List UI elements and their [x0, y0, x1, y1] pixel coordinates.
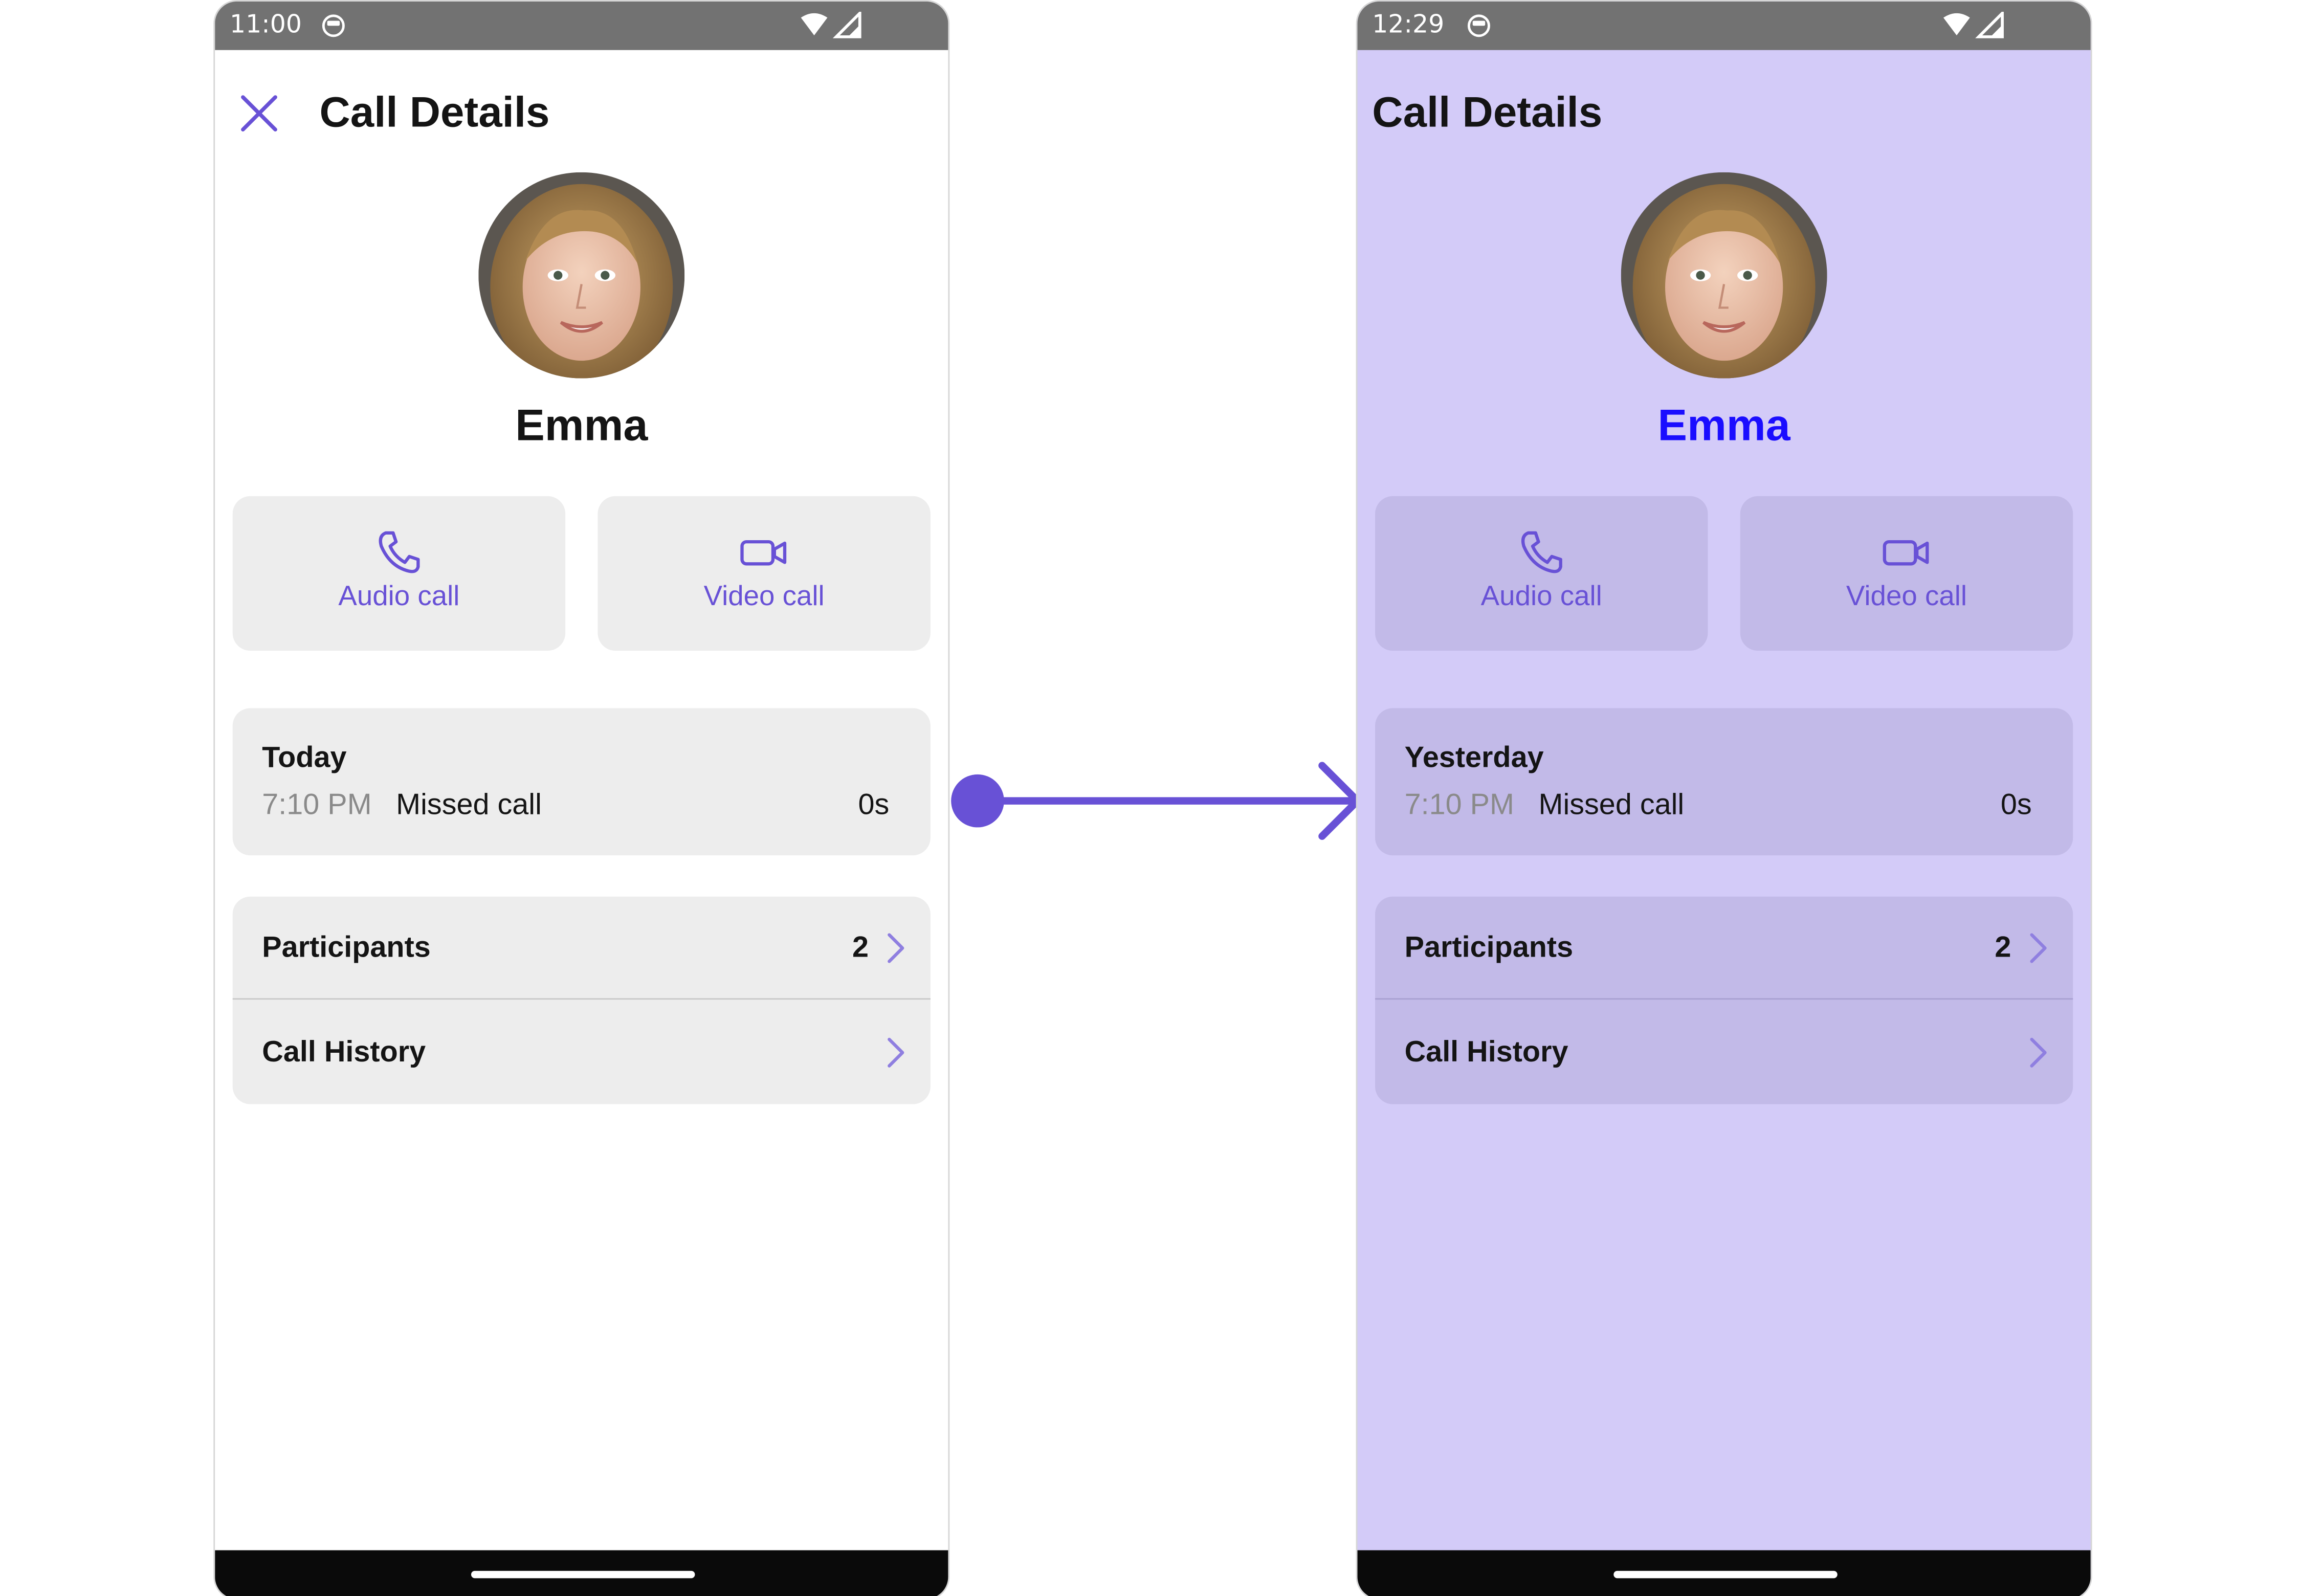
navigation-bar — [215, 1550, 948, 1596]
participants-label: Participants — [1404, 932, 1574, 965]
call-time: 7:10 PM — [1404, 789, 1514, 822]
phone-icon — [379, 531, 420, 573]
chevron-right-icon — [2030, 933, 2047, 963]
page-title: Call Details — [1372, 90, 1603, 137]
audio-call-button[interactable]: Audio call — [232, 496, 566, 651]
audio-call-label: Audio call — [1480, 581, 1602, 613]
notification-icon — [322, 14, 345, 37]
audio-call-label: Audio call — [338, 581, 460, 613]
call-type: Missed call — [396, 789, 542, 822]
video-call-button[interactable]: Video call — [598, 496, 931, 651]
signal-wifi-icon — [801, 12, 861, 38]
participants-row[interactable]: Participants 2 — [232, 897, 931, 1000]
video-camera-icon — [740, 540, 787, 566]
call-history-label: Call History — [1404, 1036, 1568, 1069]
status-time: 12:29 — [1372, 10, 1445, 40]
avatar — [478, 172, 685, 379]
close-icon[interactable] — [238, 93, 280, 134]
header: Call Details — [215, 87, 948, 146]
participants-label: Participants — [262, 932, 431, 965]
status-bar: 12:29 — [1357, 1, 2091, 50]
avatar — [1621, 172, 1827, 379]
call-day: Today — [262, 742, 347, 774]
video-call-button[interactable]: Video call — [1740, 496, 2073, 651]
contact-name: Emma — [1657, 402, 1790, 451]
home-indicator[interactable] — [1613, 1570, 1838, 1579]
options-list: Participants 2 Call History — [232, 896, 931, 1104]
call-duration: 0s — [2000, 789, 2032, 822]
chevron-right-icon — [2030, 1037, 2047, 1068]
transition-arrow-icon — [951, 762, 1361, 840]
contact-name: Emma — [515, 402, 648, 451]
signal-wifi-icon — [1943, 12, 2004, 38]
right-phone-screen: 12:29 Call Details Emma Audio call Video… — [1356, 0, 2092, 1596]
call-history-row[interactable]: Call History — [233, 1001, 931, 1104]
options-list: Participants 2 Call History — [1375, 896, 2073, 1104]
call-duration: 0s — [858, 789, 890, 822]
page-title: Call Details — [319, 90, 550, 137]
notification-icon — [1467, 14, 1490, 37]
video-call-label: Video call — [1846, 581, 1967, 613]
call-history-label: Call History — [262, 1036, 426, 1069]
participants-count: 2 — [1995, 932, 2011, 965]
header: Call Details — [1358, 87, 2091, 146]
call-time: 7:10 PM — [262, 789, 372, 822]
status-bar: 11:00 — [215, 1, 948, 50]
call-history-row[interactable]: Call History — [1375, 1001, 2073, 1104]
video-call-label: Video call — [703, 581, 825, 613]
navigation-bar — [1357, 1550, 2091, 1596]
participants-row[interactable]: Participants 2 — [1375, 897, 2073, 1000]
call-history-card: Today 7:10 PM Missed call 0s — [232, 708, 931, 856]
video-camera-icon — [1883, 540, 1929, 566]
chevron-right-icon — [888, 1037, 904, 1068]
call-day: Yesterday — [1404, 742, 1544, 774]
audio-call-button[interactable]: Audio call — [1375, 496, 1708, 651]
phone-icon — [1521, 531, 1562, 573]
chevron-right-icon — [888, 933, 904, 963]
home-indicator[interactable] — [471, 1570, 695, 1579]
call-history-card: Yesterday 7:10 PM Missed call 0s — [1375, 708, 2073, 856]
left-phone-screen: 11:00 Call Details Emma Audio call Video… — [213, 0, 950, 1596]
status-time: 11:00 — [229, 10, 302, 40]
call-type: Missed call — [1538, 789, 1685, 822]
participants-count: 2 — [852, 932, 869, 965]
